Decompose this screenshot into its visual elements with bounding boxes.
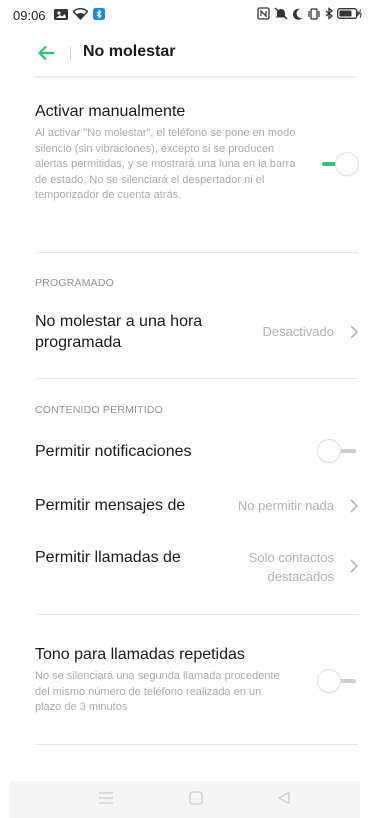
back-triangle-icon[interactable]	[277, 791, 291, 805]
gallery-icon	[54, 8, 68, 20]
allow-notifications-toggle[interactable]	[318, 440, 358, 462]
divider	[35, 378, 358, 379]
repeat-calls-title: Tono para llamadas repetidas	[35, 646, 245, 663]
chevron-right-icon	[350, 499, 359, 513]
allow-notifications-title: Permitir notificaciones	[35, 443, 192, 460]
app-bar-divider	[70, 46, 71, 61]
status-icons-right	[257, 7, 363, 20]
arrow-left-icon[interactable]	[36, 43, 56, 63]
vibrate-icon	[308, 7, 320, 20]
scheduled-dnd-value: Desactivado	[262, 324, 334, 339]
navigation-bar	[10, 781, 360, 818]
status-icons-left	[54, 8, 105, 20]
header-separator	[35, 76, 358, 78]
moon-icon	[292, 8, 303, 20]
menu-icon[interactable]	[98, 791, 114, 805]
allow-messages-title: Permitir mensajes de	[35, 497, 186, 514]
app-bar: No molestar	[0, 30, 371, 78]
status-bar: 09:06	[0, 0, 371, 30]
allow-calls-value: Solo contactos destacados	[248, 550, 334, 584]
nfc-icon	[257, 7, 270, 20]
repeat-calls-toggle[interactable]	[318, 670, 358, 692]
chevron-right-icon	[350, 559, 359, 573]
section-header-allowed-content: CONTENIDO PERMITIDO	[35, 404, 164, 416]
toggle-knob	[318, 440, 340, 462]
section-header-scheduled: PROGRAMADO	[35, 277, 115, 289]
allow-calls-title: Permitir llamadas de	[35, 549, 181, 566]
mute-icon	[274, 7, 288, 20]
manual-activation-toggle[interactable]	[318, 153, 358, 175]
toggle-knob	[318, 670, 340, 692]
chevron-right-icon	[350, 325, 359, 339]
repeat-calls-description: No se silenciará una segunda llamada pro…	[35, 670, 280, 713]
divider	[35, 614, 358, 615]
manual-activation-description: Al activar "No molestar", el teléfono se…	[35, 127, 296, 201]
page-title: No molestar	[83, 43, 176, 60]
divider	[35, 252, 358, 253]
bluetooth-app-icon	[93, 8, 105, 20]
manual-activation-title: Activar manualmente	[35, 103, 186, 120]
divider	[35, 744, 358, 745]
scheduled-dnd-title: No molestar a una hora programada	[35, 313, 203, 351]
home-icon[interactable]	[189, 791, 203, 805]
battery-icon	[337, 8, 362, 19]
wifi-icon	[73, 8, 88, 20]
status-time: 09:06	[13, 8, 46, 23]
allow-messages-value: No permitir nada	[237, 498, 334, 513]
bluetooth-icon	[325, 7, 333, 20]
toggle-knob	[336, 153, 358, 175]
